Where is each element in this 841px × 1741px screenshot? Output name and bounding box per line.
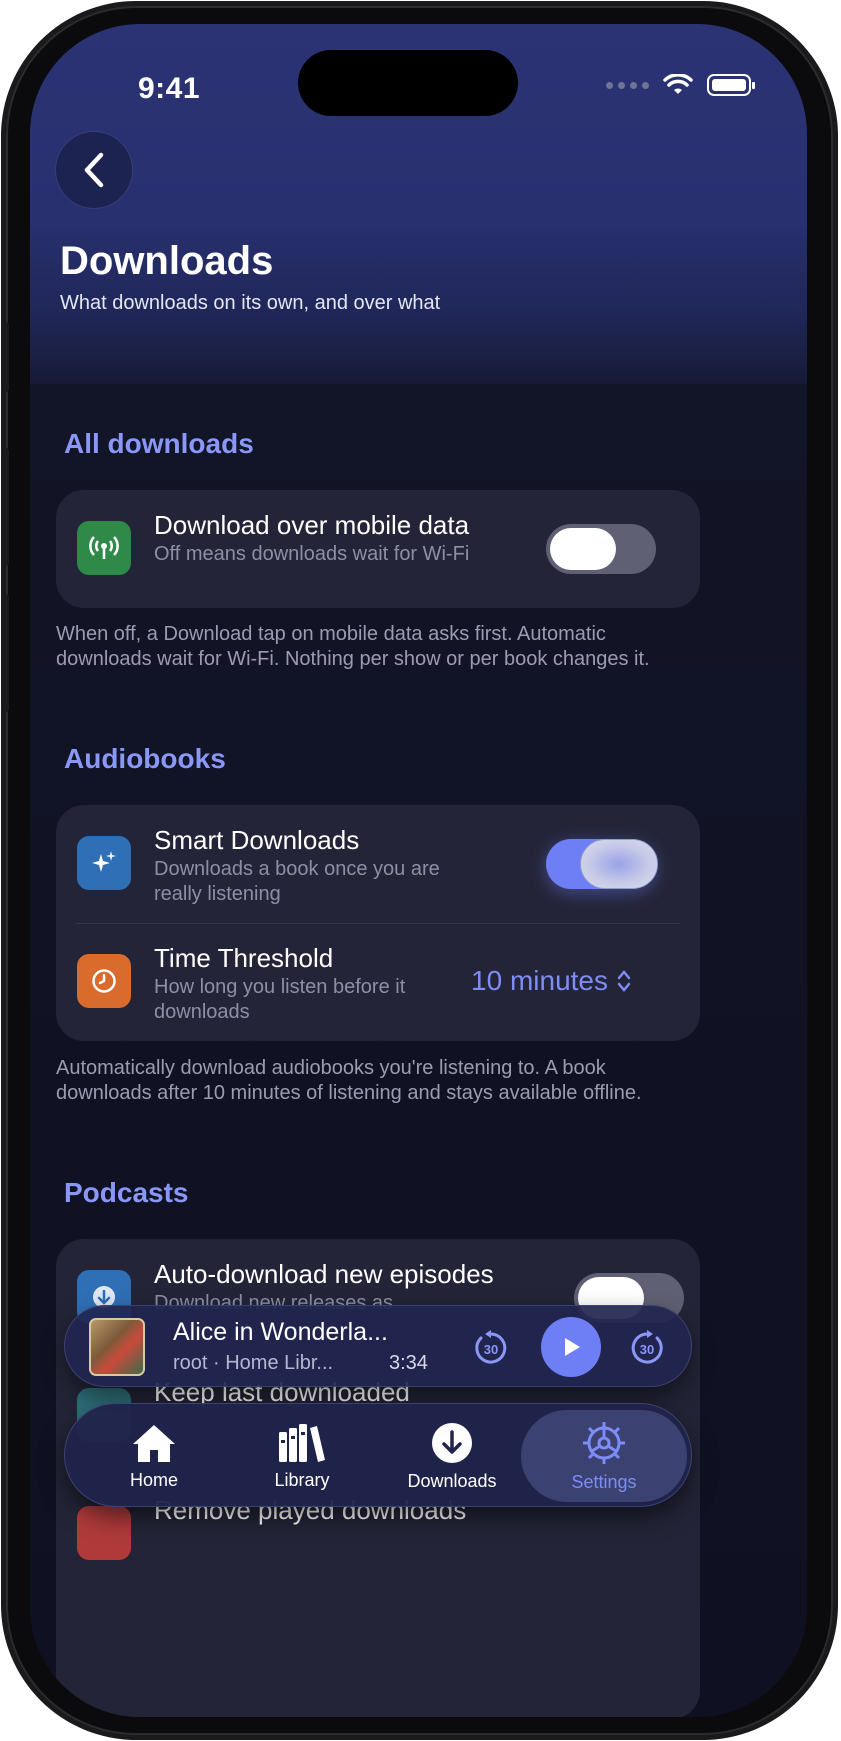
home-icon xyxy=(133,1424,175,1462)
row-title: Download over mobile data xyxy=(154,510,470,540)
download-circle-icon xyxy=(432,1422,472,1463)
row-title: Time Threshold xyxy=(154,943,334,973)
tab-label: Library xyxy=(274,1469,330,1490)
toggle-knob xyxy=(580,839,658,889)
section-title-audiobooks: Audiobooks xyxy=(64,743,226,774)
threshold-picker[interactable]: 10 minutes xyxy=(471,965,632,997)
signal-icon xyxy=(606,81,649,89)
note-all-downloads: When off, a Download tap on mobile data … xyxy=(56,623,650,670)
side-button xyxy=(2,322,9,392)
skip-forward-button[interactable]: 30 xyxy=(625,1326,669,1370)
page-subtitle: What downloads on its own, and over what xyxy=(60,292,441,314)
threshold-value: 10 minutes xyxy=(471,965,608,996)
card-all-downloads: Download over mobile data Off means down… xyxy=(56,490,700,608)
antenna-icon xyxy=(77,521,131,575)
smart-downloads-toggle[interactable] xyxy=(546,839,658,889)
screen: 9:41 Downloads What downloads on its own… xyxy=(30,24,807,1717)
play-icon xyxy=(565,1338,580,1356)
battery-icon xyxy=(707,74,755,96)
clock-icon xyxy=(77,954,131,1008)
status-icons xyxy=(606,74,755,96)
gear-icon xyxy=(583,1421,625,1464)
chevron-up-down-icon xyxy=(617,970,631,992)
mini-player[interactable]: Alice in Wonderla... root · Home Libr...… xyxy=(64,1305,692,1387)
row-title: Auto-download new episodes xyxy=(154,1259,494,1289)
dynamic-island xyxy=(298,50,518,116)
tab-home[interactable]: Home xyxy=(79,1404,229,1508)
side-button xyxy=(2,594,9,712)
row-description: Downloads a book once you are really lis… xyxy=(154,858,440,905)
sparkles-icon xyxy=(77,836,131,890)
row-smart-downloads[interactable]: Smart Downloads Downloads a book once yo… xyxy=(56,805,700,923)
tab-bar: Home Library Downloads Settings xyxy=(64,1403,692,1507)
mobile-data-toggle[interactable] xyxy=(546,524,656,574)
toggle-knob xyxy=(550,528,616,570)
card-audiobooks: Smart Downloads Downloads a book once yo… xyxy=(56,805,700,1041)
now-playing-title: Alice in Wonderla... xyxy=(173,1318,388,1346)
tab-label: Downloads xyxy=(407,1470,497,1491)
row-description: How long you listen before it downloads xyxy=(154,976,406,1023)
skip-back-icon: 30 xyxy=(475,1330,507,1364)
tab-settings[interactable]: Settings xyxy=(521,1410,687,1502)
now-playing-meta: root · Home Libr... xyxy=(173,1352,334,1374)
wifi-icon xyxy=(663,74,693,94)
play-button[interactable] xyxy=(541,1317,601,1377)
library-icon xyxy=(279,1423,325,1462)
row-title: Smart Downloads xyxy=(154,825,360,855)
row-mobile-data[interactable]: Download over mobile data Off means down… xyxy=(56,490,700,608)
tab-downloads[interactable]: Downloads xyxy=(377,1404,527,1508)
back-button[interactable] xyxy=(56,132,132,208)
skip-forward-label: 30 xyxy=(640,1342,654,1357)
section-title-podcasts: Podcasts xyxy=(64,1177,189,1208)
page-title: Downloads xyxy=(60,239,274,283)
side-button xyxy=(2,448,9,566)
note-audiobooks: Automatically download audiobooks you're… xyxy=(56,1057,642,1104)
section-title-all-downloads: All downloads xyxy=(64,428,254,459)
chevron-left-icon xyxy=(84,152,104,188)
skip-back-label: 30 xyxy=(484,1342,498,1357)
tab-label: Settings xyxy=(571,1471,637,1492)
status-time: 9:41 xyxy=(138,72,201,105)
row-time-threshold[interactable]: Time Threshold How long you listen befor… xyxy=(56,923,700,1041)
trash-icon xyxy=(77,1506,131,1560)
skip-back-button[interactable]: 30 xyxy=(469,1326,513,1370)
row-description: Off means downloads wait for Wi-Fi xyxy=(154,543,470,565)
tab-label: Home xyxy=(129,1469,178,1490)
skip-forward-icon: 30 xyxy=(631,1330,663,1364)
cover-art xyxy=(89,1318,145,1376)
tab-library[interactable]: Library xyxy=(227,1404,377,1508)
now-playing-time: 3:34 xyxy=(389,1352,428,1374)
